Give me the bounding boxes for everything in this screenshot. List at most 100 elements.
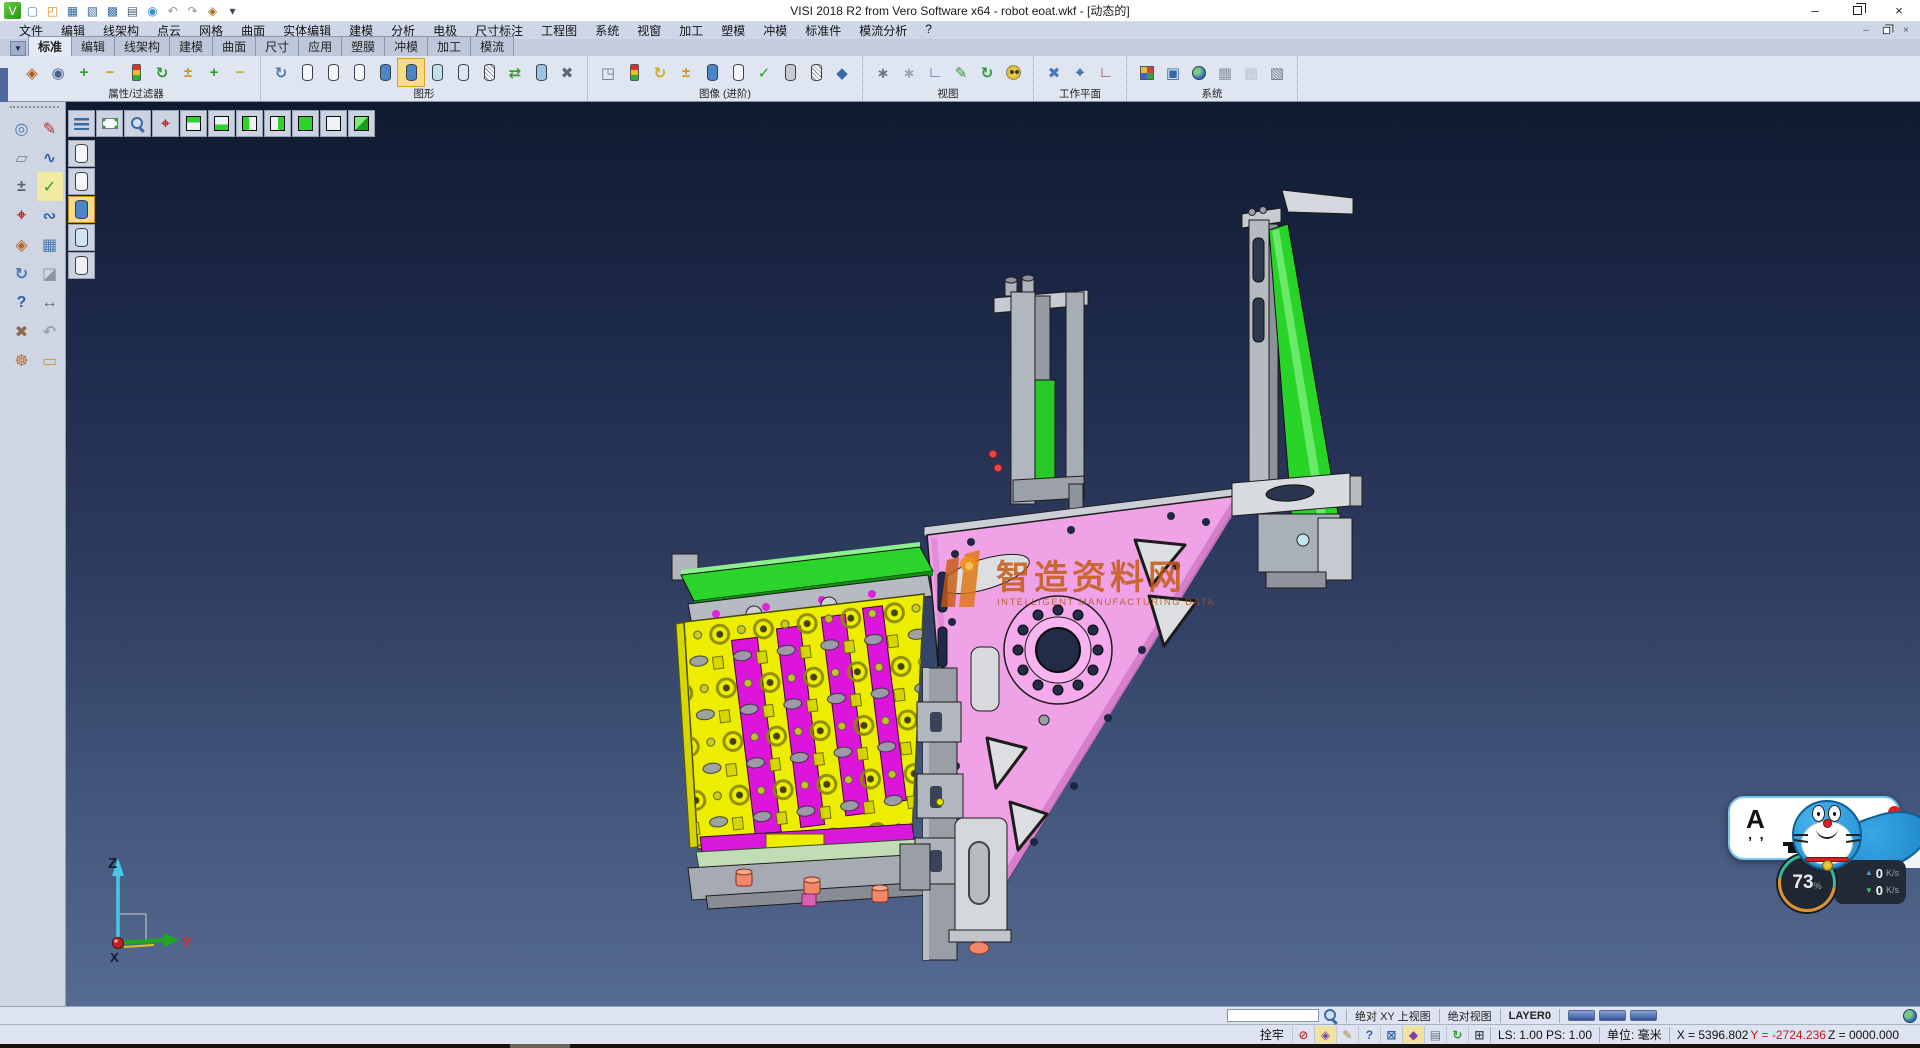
snap-lock-toggle[interactable]: 拴牢: [1252, 1026, 1292, 1043]
center-flange[interactable]: [1004, 596, 1112, 704]
close-button[interactable]: ×: [1878, 0, 1920, 21]
status-record-icon[interactable]: ⊘: [1292, 1026, 1314, 1043]
tab-modeling[interactable]: 建模: [169, 36, 213, 56]
dock-attributes-icon[interactable]: ◈: [9, 230, 35, 259]
flat-shade-mode-icon[interactable]: [450, 59, 476, 86]
save-all-icon[interactable]: ▩: [104, 2, 121, 19]
white-connector-plate[interactable]: [1232, 473, 1362, 588]
tab-flow[interactable]: 模流: [470, 36, 514, 56]
dock-navigator-icon[interactable]: ☸: [9, 346, 35, 375]
top-right-plate[interactable]: [1282, 190, 1353, 214]
filter-plusminus-icon[interactable]: ±: [175, 59, 201, 86]
absolute-view-indicator[interactable]: 绝对视图: [1439, 1009, 1500, 1023]
tab-application[interactable]: 应用: [298, 36, 342, 56]
dock-curve-icon[interactable]: ∾: [37, 201, 63, 230]
render-flat-icon[interactable]: [68, 252, 95, 279]
menu-flow-analysis[interactable]: 模流分析: [850, 22, 916, 39]
quick-color-1[interactable]: [1568, 1010, 1595, 1021]
search-icon[interactable]: [1323, 1008, 1338, 1023]
render-wireframe-icon[interactable]: [68, 140, 95, 167]
tab-die[interactable]: 冲模: [384, 36, 428, 56]
save-as-icon[interactable]: ▧: [84, 2, 101, 19]
status-import-icon[interactable]: ⊠: [1380, 1026, 1402, 1043]
mdi-minimize-button[interactable]: –: [1860, 25, 1872, 37]
new-file-icon[interactable]: ▢: [24, 2, 41, 19]
tab-edit[interactable]: 编辑: [71, 36, 115, 56]
update-graphics-icon[interactable]: [528, 59, 554, 86]
show-all-icon[interactable]: +: [201, 59, 227, 86]
open-file-icon[interactable]: ◰: [44, 2, 61, 19]
filter-refresh-icon[interactable]: ↻: [149, 59, 175, 86]
dock-validate-icon[interactable]: ✓: [37, 172, 63, 201]
hatch-mode-icon[interactable]: [476, 59, 502, 86]
advanced-bar-gray-icon[interactable]: [777, 59, 803, 86]
status-wand-icon[interactable]: ◈: [1314, 1026, 1336, 1043]
shaded-mode-icon[interactable]: [372, 59, 398, 86]
menu-help[interactable]: ?: [916, 22, 941, 39]
macro-icon[interactable]: ◈: [204, 2, 221, 19]
dock-zoom-extents-icon[interactable]: ±: [9, 172, 35, 201]
dock-measure-icon[interactable]: ↔: [37, 288, 63, 317]
workplane-axis-icon[interactable]: ⌖: [1067, 59, 1093, 86]
display-attributes-icon[interactable]: ◉: [45, 59, 71, 86]
dock-undo-icon[interactable]: ↶: [37, 317, 63, 346]
dock-solid-icon[interactable]: ◪: [37, 259, 63, 288]
view-mode-indicator[interactable]: 绝对 XY 上视图: [1346, 1009, 1439, 1023]
menu-die[interactable]: 冲模: [754, 22, 796, 39]
view-tools-icon[interactable]: ∗: [896, 59, 922, 86]
view-iso-icon[interactable]: [348, 110, 375, 137]
print-preview-icon[interactable]: ◉: [144, 2, 161, 19]
view-right-icon[interactable]: [264, 110, 291, 137]
status-layers-icon[interactable]: ▤: [1424, 1026, 1446, 1043]
view-back-icon[interactable]: [320, 110, 347, 137]
cad-scene[interactable]: 智造资料网 INTELLIGENT MANUFACTURING DATA Z Y…: [66, 102, 1920, 1006]
view-bottom-icon[interactable]: [208, 110, 235, 137]
system-grid-icon[interactable]: ▦: [1212, 59, 1238, 86]
active-layer-indicator[interactable]: LAYER0: [1500, 1009, 1559, 1023]
filter-add-icon[interactable]: +: [71, 59, 97, 86]
view-left-icon[interactable]: [236, 110, 263, 137]
dock-drag-handle[interactable]: [10, 106, 59, 111]
online-globe-icon[interactable]: [1903, 1009, 1917, 1023]
redraw-icon[interactable]: ↻: [268, 59, 294, 86]
undo-icon[interactable]: ↶: [164, 2, 181, 19]
tabs-dropdown-button[interactable]: ▼: [10, 41, 26, 56]
dock-ucs-icon[interactable]: ⌖: [9, 201, 35, 230]
redo-icon[interactable]: ↷: [184, 2, 201, 19]
status-stamp-icon[interactable]: ✎: [1336, 1026, 1358, 1043]
dock-refresh-icon[interactable]: ↻: [9, 259, 35, 288]
doraemon-mascot[interactable]: [1792, 800, 1862, 870]
view-top-icon[interactable]: [180, 110, 207, 137]
system-colors-icon[interactable]: [1134, 59, 1160, 86]
tab-machining[interactable]: 加工: [427, 36, 471, 56]
viewbar-plane-icon[interactable]: [96, 110, 123, 137]
menu-machining[interactable]: 加工: [670, 22, 712, 39]
dock-delete-icon[interactable]: ✖: [9, 317, 35, 346]
advanced-check-icon[interactable]: ✓: [751, 59, 777, 86]
green-strip[interactable]: [1035, 380, 1055, 484]
restore-button[interactable]: [1836, 0, 1878, 21]
dock-plane-icon[interactable]: ▱: [9, 143, 35, 172]
filter-remove-icon[interactable]: −: [97, 59, 123, 86]
tab-wireframe[interactable]: 线架构: [114, 36, 170, 56]
advanced-traffic-light-icon[interactable]: [621, 59, 647, 86]
workplane-align-icon[interactable]: ∟: [1093, 59, 1119, 86]
slotted-plate[interactable]: [949, 818, 1011, 954]
status-grid-icon[interactable]: ⊞: [1468, 1026, 1490, 1043]
viewbar-menu-icon[interactable]: [68, 110, 95, 137]
cad-viewport[interactable]: 智造资料网 INTELLIGENT MANUFACTURING DATA Z Y…: [66, 102, 1920, 1006]
hide-all-icon[interactable]: −: [227, 59, 253, 86]
print-icon[interactable]: ▤: [124, 2, 141, 19]
dock-sketch-icon[interactable]: ∿: [37, 143, 63, 172]
tab-dimension[interactable]: 尺寸: [255, 36, 299, 56]
view-build-icon[interactable]: ∗: [870, 59, 896, 86]
view-front-icon[interactable]: [292, 110, 319, 137]
shaded-edges-mode-icon[interactable]: [398, 59, 424, 86]
workplane-settings-icon[interactable]: ✖: [1041, 59, 1067, 86]
swap-graphics-icon[interactable]: ⇄: [502, 59, 528, 86]
search-input[interactable]: [1227, 1009, 1319, 1022]
quick-color-3[interactable]: [1630, 1010, 1657, 1021]
view-sketch-icon[interactable]: ✎: [948, 59, 974, 86]
dock-help-icon[interactable]: ?: [9, 288, 35, 317]
system-monitor-icon[interactable]: ▣: [1160, 59, 1186, 86]
